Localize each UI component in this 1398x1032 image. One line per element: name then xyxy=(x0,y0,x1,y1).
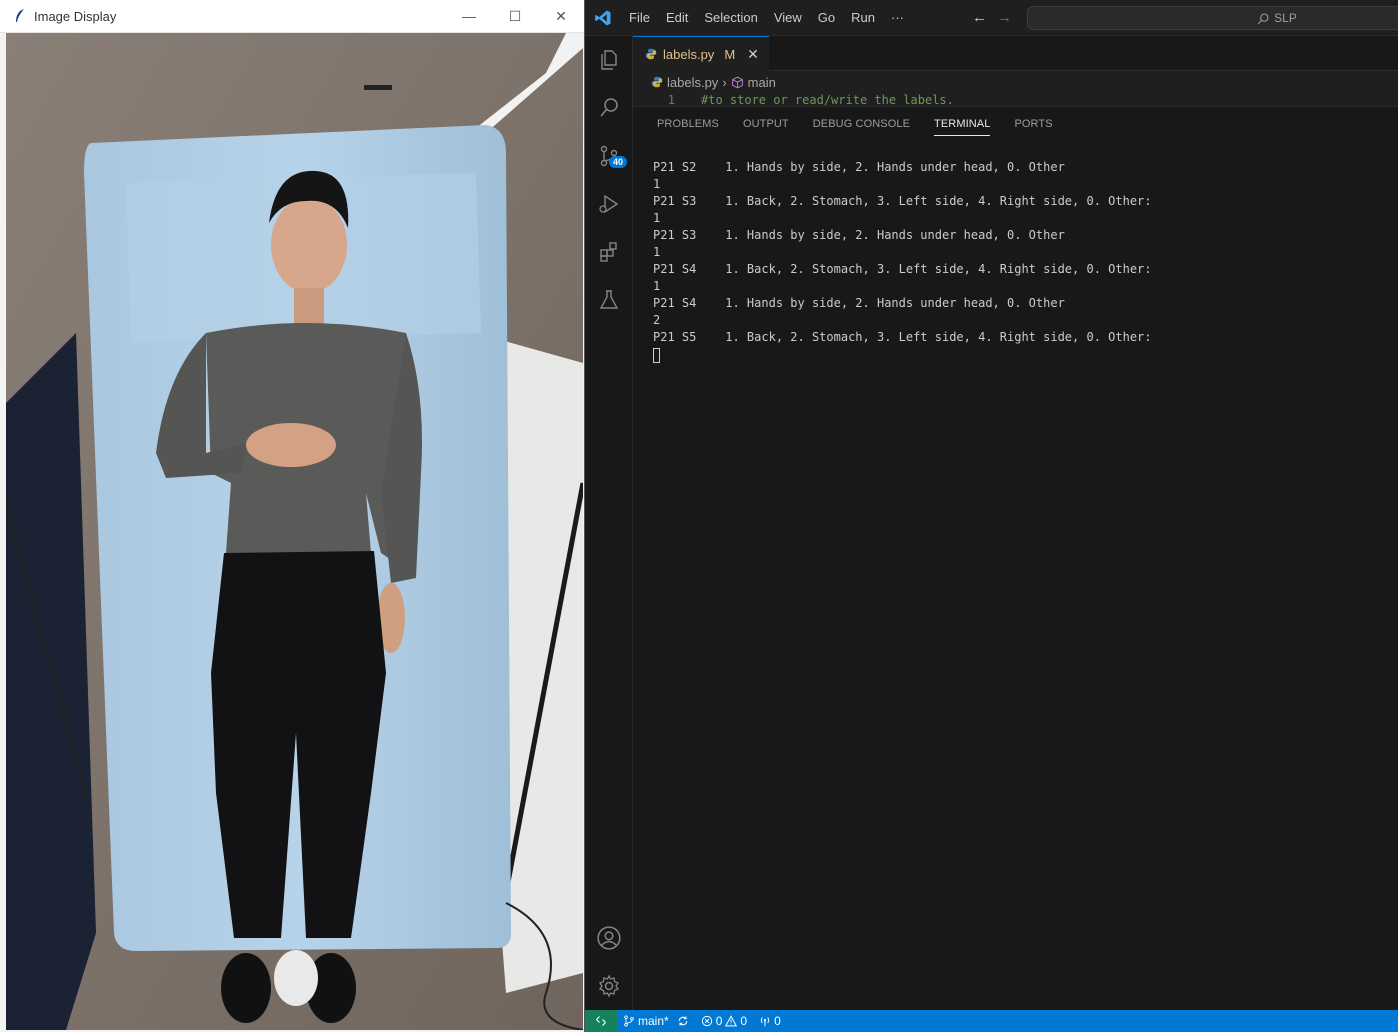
command-center-search[interactable]: SLP xyxy=(1027,6,1398,30)
image-window-title: Image Display xyxy=(34,8,117,24)
extensions-icon[interactable] xyxy=(585,228,633,276)
vscode-titlebar: File Edit Selection View Go Run ··· ← → … xyxy=(585,0,1398,36)
menu-run[interactable]: Run xyxy=(843,0,883,36)
python-file-icon xyxy=(651,76,663,88)
terminal-output[interactable]: P21 S2 1. Hands by side, 2. Hands under … xyxy=(633,142,1398,363)
sync-icon[interactable] xyxy=(677,1015,689,1027)
menu-go[interactable]: Go xyxy=(810,0,843,36)
tab-terminal[interactable]: TERMINAL xyxy=(922,107,1002,142)
error-icon xyxy=(701,1015,712,1027)
nav-arrows: ← → xyxy=(972,9,1012,26)
breadcrumb: labels.py › main xyxy=(633,71,1398,93)
terminal-line: 2 xyxy=(653,313,661,327)
chevron-right-icon: › xyxy=(722,74,727,90)
terminal-line: 1 xyxy=(653,211,661,225)
workspace-name: SLP xyxy=(1274,11,1297,25)
vscode-window: File Edit Selection View Go Run ··· ← → … xyxy=(585,0,1398,1032)
terminal-line: P21 S4 1. Back, 2. Stomach, 3. Left side… xyxy=(653,262,1152,276)
terminal-line: P21 S5 1. Back, 2. Stomach, 3. Left side… xyxy=(653,330,1152,344)
explorer-icon[interactable] xyxy=(585,36,633,84)
terminal-line: P21 S2 1. Hands by side, 2. Hands under … xyxy=(653,160,1065,174)
feather-icon xyxy=(16,9,24,22)
run-debug-icon[interactable] xyxy=(585,180,633,228)
problems-indicator[interactable]: 0 0 xyxy=(695,1014,753,1028)
accounts-icon[interactable] xyxy=(585,914,633,962)
editor-area: labels.py M ✕ labels.py › main 1 #to sto… xyxy=(633,36,1398,1010)
code-comment[interactable]: #to store or read/write the labels. xyxy=(701,93,954,107)
tab-problems[interactable]: PROBLEMS xyxy=(645,107,731,142)
editor-tabs: labels.py M ✕ xyxy=(633,36,1398,71)
ports-count: 0 xyxy=(774,1014,781,1028)
vscode-logo-icon xyxy=(585,0,621,36)
branch-indicator[interactable]: main* xyxy=(617,1014,695,1028)
testing-flask-icon[interactable] xyxy=(585,276,633,324)
displayed-photo xyxy=(6,33,583,1030)
tab-output[interactable]: OUTPUT xyxy=(731,107,801,142)
menu-view[interactable]: View xyxy=(766,0,810,36)
terminal-line: P21 S3 1. Hands by side, 2. Hands under … xyxy=(653,228,1065,242)
image-display-window: Image Display — ☐ ✕ xyxy=(0,0,585,1032)
status-bar: main* 0 0 0 xyxy=(585,1010,1398,1032)
tab-labels-py[interactable]: labels.py M ✕ xyxy=(633,36,769,71)
bottom-panel: PROBLEMS OUTPUT DEBUG CONSOLE TERMINAL P… xyxy=(633,106,1398,1010)
search-sidebar-icon[interactable] xyxy=(585,84,633,132)
error-count: 0 xyxy=(715,1014,723,1028)
broadcast-icon xyxy=(760,1017,770,1027)
source-control-icon[interactable]: 40 xyxy=(585,132,633,180)
maximize-button[interactable]: ☐ xyxy=(492,0,538,33)
back-arrow-icon[interactable]: ← xyxy=(972,9,987,26)
source-control-badge: 40 xyxy=(609,156,628,168)
symbol-method-icon xyxy=(731,76,743,88)
minimize-button[interactable]: — xyxy=(446,0,492,33)
menu-selection[interactable]: Selection xyxy=(696,0,765,36)
search-icon xyxy=(1258,13,1269,24)
ports-indicator[interactable]: 0 xyxy=(753,1014,787,1028)
warning-icon xyxy=(725,1015,738,1027)
tab-debug-console[interactable]: DEBUG CONSOLE xyxy=(801,107,922,142)
branch-name: main* xyxy=(638,1014,669,1028)
menu-more[interactable]: ··· xyxy=(883,0,912,36)
tab-modified-indicator: M xyxy=(724,46,736,62)
tab-filename: labels.py xyxy=(663,46,715,62)
terminal-line: 1 xyxy=(653,177,661,191)
menu-edit[interactable]: Edit xyxy=(658,0,696,36)
menu-file[interactable]: File xyxy=(621,0,658,36)
code-line: 1 #to store or read/write the labels. xyxy=(633,93,1398,107)
warning-count: 0 xyxy=(740,1014,748,1028)
remote-icon xyxy=(596,1016,606,1026)
forward-arrow-icon[interactable]: → xyxy=(997,9,1012,26)
terminal-line: 1 xyxy=(653,279,661,293)
close-button[interactable]: ✕ xyxy=(538,0,584,33)
terminal-cursor xyxy=(653,347,660,363)
tab-close-icon[interactable]: ✕ xyxy=(747,46,759,63)
terminal-line: 1 xyxy=(653,245,661,259)
python-file-icon xyxy=(645,48,657,60)
terminal-line: P21 S3 1. Back, 2. Stomach, 3. Left side… xyxy=(653,194,1152,208)
breadcrumb-symbol[interactable]: main xyxy=(748,75,776,90)
panel-tabs: PROBLEMS OUTPUT DEBUG CONSOLE TERMINAL P… xyxy=(633,107,1398,142)
image-window-titlebar[interactable]: Image Display — ☐ ✕ xyxy=(0,0,584,33)
person-on-mattress-photo xyxy=(6,33,583,1030)
breadcrumb-file[interactable]: labels.py xyxy=(667,75,718,90)
remote-indicator[interactable] xyxy=(585,1010,617,1032)
tab-ports[interactable]: PORTS xyxy=(1002,107,1064,142)
line-number: 1 xyxy=(667,93,675,107)
git-branch-icon xyxy=(624,1015,634,1027)
activity-bar: 40 xyxy=(585,36,633,1010)
settings-gear-icon[interactable] xyxy=(585,962,633,1010)
terminal-line: P21 S4 1. Hands by side, 2. Hands under … xyxy=(653,296,1065,310)
